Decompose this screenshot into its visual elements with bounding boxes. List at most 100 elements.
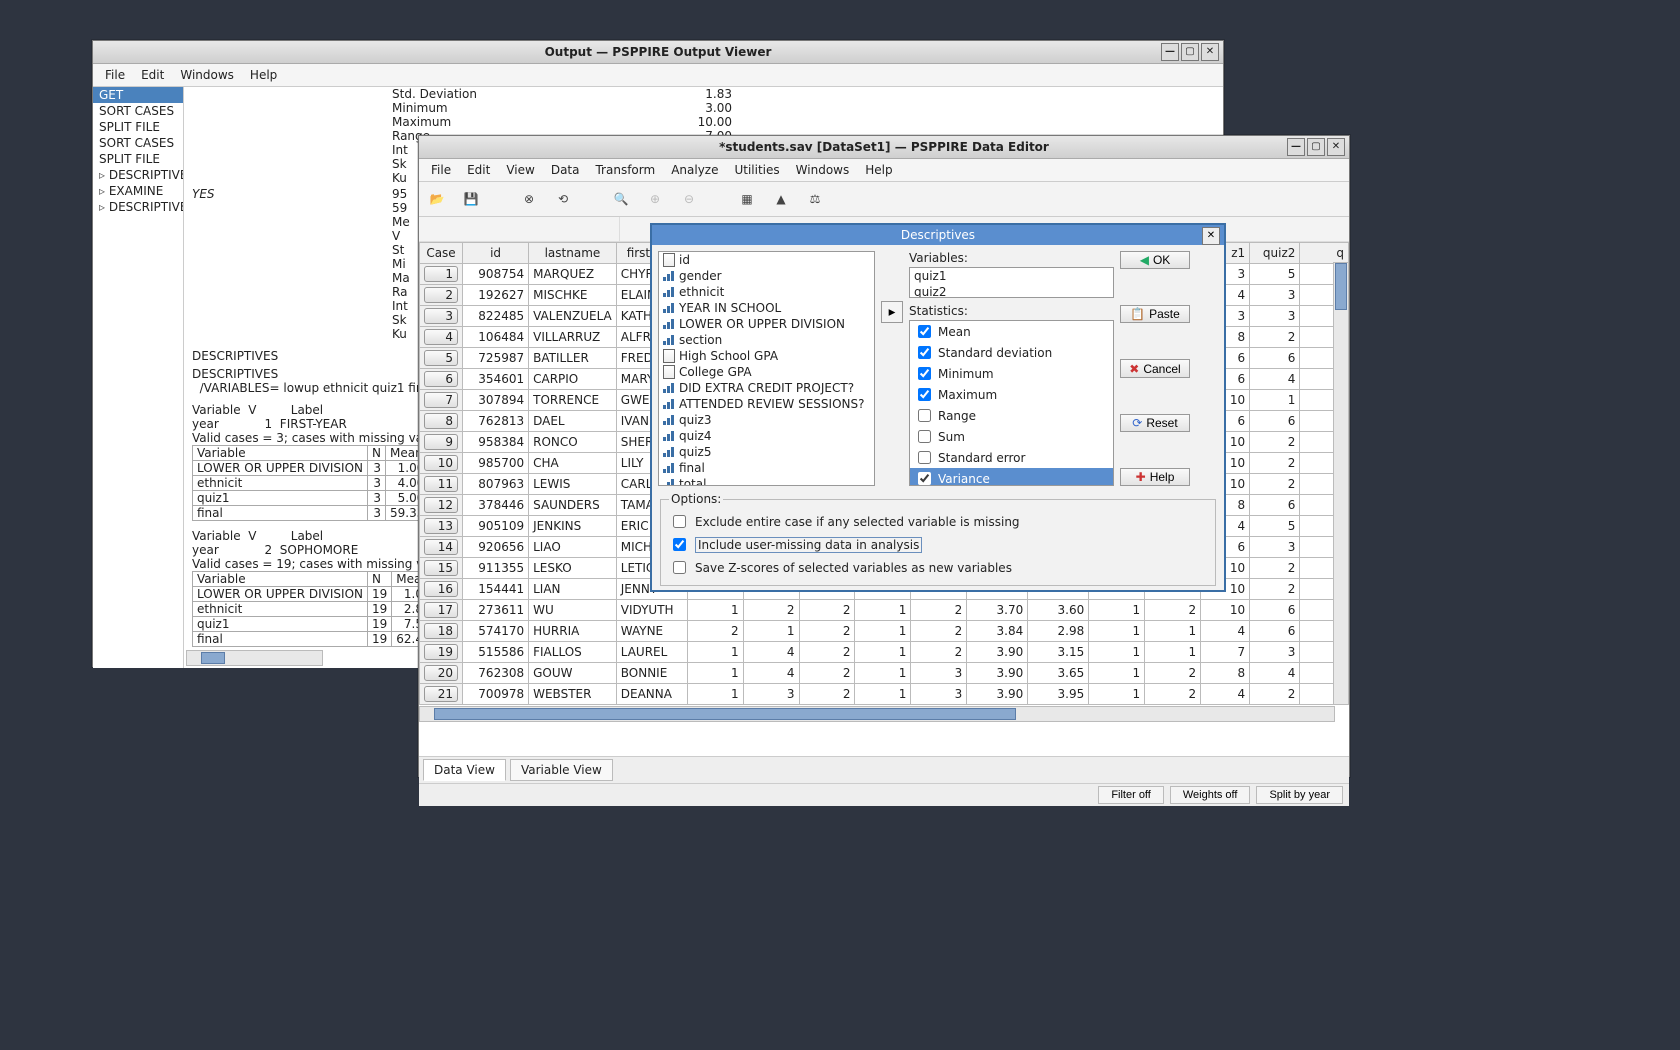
tree-item[interactable]: SORT CASES [93,103,183,119]
minimize-icon[interactable]: — [1287,138,1305,156]
reset-button[interactable]: ⟳Reset [1120,414,1190,432]
dialog-titlebar[interactable]: Descriptives ✕ [652,225,1224,245]
column-header[interactable]: Case [420,243,463,264]
table-row[interactable]: 17273611WUVIDYUTH122123.703.6012106 [420,600,1349,621]
list-item[interactable]: final [659,460,874,476]
tab-variable-view[interactable]: Variable View [510,759,613,781]
tree-item[interactable]: SPLIT FILE [93,119,183,135]
table-row[interactable]: 20762308GOUWBONNIE142133.903.651284 [420,663,1349,684]
weights-status[interactable]: Weights off [1170,786,1251,804]
list-item[interactable]: gender [659,268,874,284]
list-item[interactable]: ethnicit [659,284,874,300]
stat-checkbox[interactable] [918,472,931,485]
split-icon[interactable]: ▲ [771,189,791,209]
opt-save-zscores[interactable] [673,561,686,574]
list-item[interactable]: quiz4 [659,428,874,444]
stat-item[interactable]: Maximum [910,384,1113,405]
menu-help[interactable]: Help [857,161,900,179]
selected-variables-list[interactable]: quiz1quiz2 [909,267,1114,298]
tree-item[interactable]: EXAMINE [93,183,183,199]
stat-checkbox[interactable] [918,367,931,380]
menu-file[interactable]: File [97,66,133,84]
minimize-icon[interactable]: — [1161,43,1179,61]
opt-include-user-missing[interactable] [673,538,686,551]
column-header[interactable]: id [463,243,529,264]
ok-button[interactable]: ◀OK [1120,251,1190,269]
list-item[interactable]: YEAR IN SCHOOL [659,300,874,316]
list-item[interactable]: quiz2 [910,284,1113,298]
table-row[interactable]: 21700978WEBSTERDEANNA132133.903.951242 [420,684,1349,705]
menu-utilities[interactable]: Utilities [726,161,787,179]
stat-item[interactable]: Variance [910,468,1113,486]
list-item[interactable]: quiz5 [659,444,874,460]
stat-item[interactable]: Standard deviation [910,342,1113,363]
column-header[interactable]: q [1300,243,1349,264]
help-button[interactable]: ✚Help [1120,468,1190,486]
save-icon[interactable]: 💾 [461,189,481,209]
stat-item[interactable]: Mean [910,321,1113,342]
stat-checkbox[interactable] [918,451,931,464]
menu-windows[interactable]: Windows [788,161,858,179]
menu-file[interactable]: File [423,161,459,179]
list-item[interactable]: total [659,476,874,486]
paste-button[interactable]: 📋Paste [1120,305,1190,323]
close-icon[interactable]: ✕ [1202,227,1220,245]
menu-help[interactable]: Help [242,66,285,84]
value-labels-icon[interactable]: ▦ [737,189,757,209]
table-row[interactable]: 19515586FIALLOSLAUREL142123.903.151173 [420,642,1349,663]
menu-view[interactable]: View [498,161,542,179]
list-item[interactable]: College GPA [659,364,874,380]
move-right-button[interactable]: ▸ [881,301,903,323]
output-tree[interactable]: GETSORT CASESSPLIT FILESORT CASESSPLIT F… [93,87,184,668]
stat-checkbox[interactable] [918,430,931,443]
search-icon[interactable]: 🔍 [611,189,631,209]
stat-checkbox[interactable] [918,325,931,338]
insert-case-icon[interactable]: ⊕ [645,189,665,209]
weight-icon[interactable]: ⚖ [805,189,825,209]
stat-item[interactable]: Standard error [910,447,1113,468]
dataed-titlebar[interactable]: *students.sav [DataSet1] — PSPPIRE Data … [419,136,1349,159]
maximize-icon[interactable]: ▢ [1307,138,1325,156]
output-titlebar[interactable]: Output — PSPPIRE Output Viewer — ▢ ✕ [93,41,1223,64]
grid-vscrollbar[interactable] [1333,262,1349,705]
column-header[interactable]: quiz2 [1250,243,1300,264]
stat-item[interactable]: Sum [910,426,1113,447]
stat-checkbox[interactable] [918,388,931,401]
split-status[interactable]: Split by year [1256,786,1343,804]
list-item[interactable]: High School GPA [659,348,874,364]
available-variables-list[interactable]: idgenderethnicitYEAR IN SCHOOLLOWER OR U… [658,251,875,486]
list-item[interactable]: LOWER OR UPPER DIVISION [659,316,874,332]
grid-hscrollbar[interactable] [419,706,1335,722]
tab-data-view[interactable]: Data View [423,759,506,781]
menu-analyze[interactable]: Analyze [663,161,726,179]
statistics-list[interactable]: MeanStandard deviationMinimumMaximumRang… [909,320,1114,486]
column-header[interactable]: lastname [529,243,617,264]
list-item[interactable]: id [659,252,874,268]
menu-windows[interactable]: Windows [172,66,242,84]
list-item[interactable]: quiz3 [659,412,874,428]
list-item[interactable]: DID EXTRA CREDIT PROJECT? [659,380,874,396]
insert-var-icon[interactable]: ⊖ [679,189,699,209]
maximize-icon[interactable]: ▢ [1181,43,1199,61]
goto-case-icon[interactable]: ⊗ [519,189,539,209]
list-item[interactable]: ATTENDED REVIEW SESSIONS? [659,396,874,412]
list-item[interactable]: quiz1 [910,268,1113,284]
tree-item[interactable]: SPLIT FILE [93,151,183,167]
output-hscrollbar[interactable] [186,650,323,666]
opt-exclude-missing[interactable] [673,515,686,528]
tree-item[interactable]: DESCRIPTIVES [93,167,183,183]
tree-item[interactable]: SORT CASES [93,135,183,151]
stat-checkbox[interactable] [918,346,931,359]
close-icon[interactable]: ✕ [1327,138,1345,156]
tree-item[interactable]: GET [93,87,183,103]
open-icon[interactable]: 📂 [427,189,447,209]
menu-edit[interactable]: Edit [459,161,498,179]
filter-status[interactable]: Filter off [1098,786,1164,804]
menu-edit[interactable]: Edit [133,66,172,84]
stat-item[interactable]: Minimum [910,363,1113,384]
goto-var-icon[interactable]: ⟲ [553,189,573,209]
tree-item[interactable]: DESCRIPTIVES [93,199,183,215]
list-item[interactable]: section [659,332,874,348]
table-row[interactable]: 18574170HURRIAWAYNE212123.842.981146 [420,621,1349,642]
menu-transform[interactable]: Transform [587,161,663,179]
